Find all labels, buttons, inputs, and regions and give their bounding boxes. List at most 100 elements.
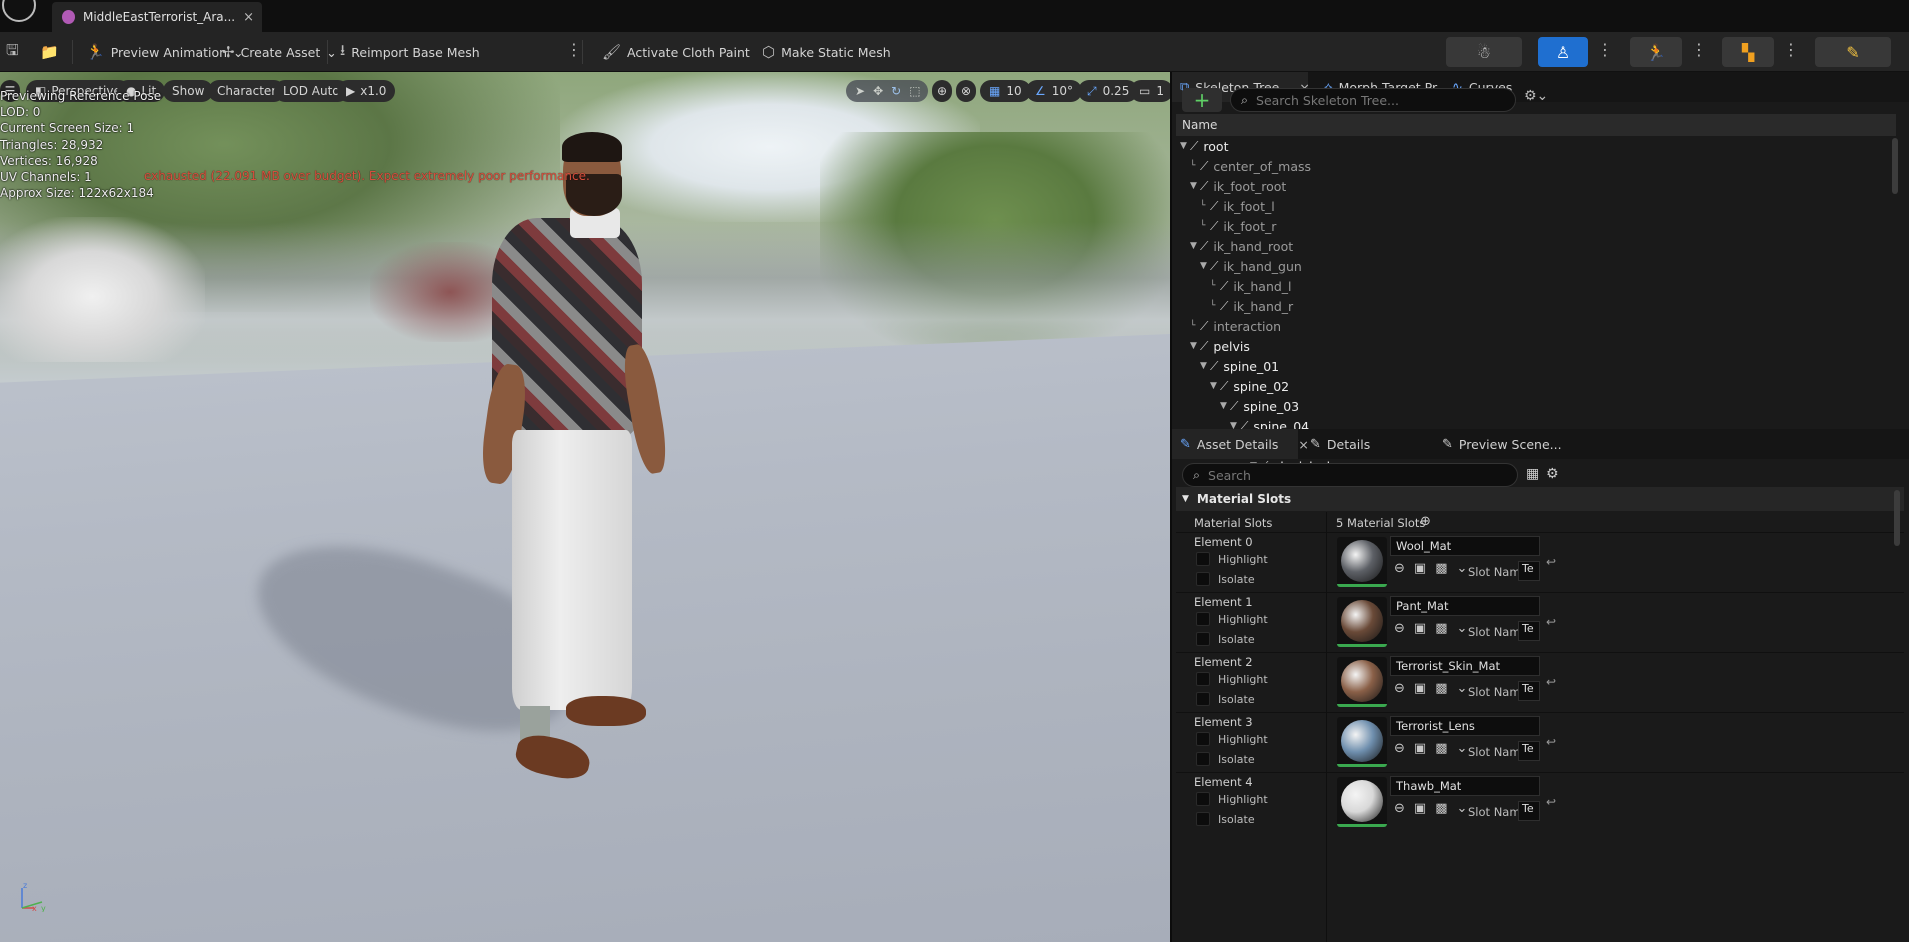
make-static-mesh-button[interactable]: ⬡ Make Static Mesh: [762, 32, 891, 72]
reimport-options-icon[interactable]: ⋮: [566, 40, 582, 59]
bone-row[interactable]: ▼ ⟋ spine_03: [1176, 396, 1896, 416]
tab-preview-scene[interactable]: ✎ Preview Scene...: [1434, 429, 1562, 459]
blueprint-mode-options-icon[interactable]: ⋮: [1783, 40, 1799, 59]
camera-speed-button[interactable]: ▭ 1: [1130, 80, 1170, 102]
bone-row[interactable]: ▼ ⟋ ik_foot_root: [1176, 176, 1896, 196]
scale-tool-icon[interactable]: ⬚: [909, 84, 920, 98]
add-material-slot-icon[interactable]: ⊕: [1420, 514, 1431, 529]
slot-name-field[interactable]: Te: [1518, 681, 1540, 701]
material-name-field[interactable]: Terrorist_Skin_Mat: [1390, 656, 1540, 676]
reset-to-default-icon[interactable]: ↩: [1546, 555, 1556, 569]
close-tab-icon[interactable]: ×: [243, 10, 254, 25]
expand-arrow-icon[interactable]: ▼: [1210, 381, 1220, 391]
tab-asset-details[interactable]: ✎ Asset Details ×: [1172, 429, 1309, 459]
browse-icon[interactable]: ▣: [1414, 741, 1426, 756]
bone-row[interactable]: ▼ ⟋ root: [1176, 136, 1896, 156]
bone-row[interactable]: ▼ ⟋ spine_02: [1176, 376, 1896, 396]
mesh-mode-button[interactable]: ♙: [1538, 37, 1588, 67]
select-tool-icon[interactable]: ➤: [855, 84, 865, 98]
tab-details[interactable]: ✎ Details: [1302, 429, 1370, 459]
browse-icon[interactable]: ▣: [1414, 561, 1426, 576]
use-selected-icon[interactable]: ⊖: [1394, 621, 1405, 636]
browse-icon[interactable]: ▣: [1414, 801, 1426, 816]
material-name-field[interactable]: Terrorist_Lens: [1390, 716, 1540, 736]
reset-to-default-icon[interactable]: ↩: [1546, 615, 1556, 629]
bone-row[interactable]: └ ⟋ interaction: [1176, 316, 1896, 336]
viewport[interactable]: ☰ ◧ Perspective ● Lit Show Character LOD…: [0, 72, 1170, 942]
rotate-tool-icon[interactable]: ↻: [891, 84, 901, 98]
chevron-down-icon[interactable]: ⌄: [1457, 561, 1468, 576]
preview-character-mesh[interactable]: [477, 132, 680, 794]
reset-to-default-icon[interactable]: ↩: [1546, 735, 1556, 749]
checker-icon[interactable]: ▩: [1435, 741, 1447, 756]
checker-icon[interactable]: ▩: [1435, 801, 1447, 816]
animation-mode-options-icon[interactable]: ⋮: [1691, 40, 1707, 59]
column-header-name[interactable]: Name: [1176, 114, 1896, 136]
bone-row[interactable]: └ ⟋ ik_hand_l: [1176, 276, 1896, 296]
browse-icon[interactable]: ▣: [1414, 681, 1426, 696]
play-speed-button[interactable]: ▶ x1.0: [337, 80, 396, 102]
material-name-field[interactable]: Thawb_Mat: [1390, 776, 1540, 796]
isolate-checkbox[interactable]: [1196, 752, 1210, 766]
create-asset-button[interactable]: ✢ Create Asset ⌄: [222, 32, 337, 72]
material-slots-section-header[interactable]: ▼ Material Slots: [1176, 487, 1904, 511]
unreal-logo-icon[interactable]: [2, 0, 36, 22]
expand-arrow-icon[interactable]: ▼: [1220, 401, 1230, 411]
isolate-checkbox[interactable]: [1196, 572, 1210, 586]
isolate-checkbox[interactable]: [1196, 812, 1210, 826]
grid-snap-button[interactable]: ▦ 10: [980, 80, 1031, 102]
expand-arrow-icon[interactable]: ▼: [1180, 141, 1190, 151]
animation-mode-button[interactable]: 🏃: [1630, 37, 1682, 67]
preview-animation-button[interactable]: 🏃 Preview Animation ⌄: [86, 32, 244, 72]
material-thumbnail[interactable]: [1337, 657, 1387, 707]
highlight-checkbox[interactable]: [1196, 732, 1210, 746]
reset-to-default-icon[interactable]: ↩: [1546, 675, 1556, 689]
physics-mode-button[interactable]: ✎: [1815, 37, 1891, 67]
bone-row[interactable]: └ ⟋ center_of_mass: [1176, 156, 1896, 176]
bone-row[interactable]: ▼ ⟋ spine_01: [1176, 356, 1896, 376]
surface-snap-icon[interactable]: ⊗: [956, 80, 976, 102]
use-selected-icon[interactable]: ⊖: [1394, 741, 1405, 756]
use-selected-icon[interactable]: ⊖: [1394, 681, 1405, 696]
expand-arrow-icon[interactable]: ▼: [1190, 181, 1200, 191]
browse-asset-icon[interactable]: 📁: [40, 32, 59, 72]
bone-row[interactable]: ▼ ⟋ pelvis: [1176, 336, 1896, 356]
chevron-down-icon[interactable]: ⌄: [1457, 681, 1468, 696]
bone-row[interactable]: └ ⟋ ik_hand_r: [1176, 296, 1896, 316]
highlight-checkbox[interactable]: [1196, 552, 1210, 566]
material-thumbnail[interactable]: [1337, 777, 1387, 827]
bone-row[interactable]: ▼ ⟋ ik_hand_gun: [1176, 256, 1896, 276]
slot-name-field[interactable]: Te: [1518, 561, 1540, 581]
skeleton-mode-button[interactable]: ☃: [1446, 37, 1522, 67]
expand-arrow-icon[interactable]: ▼: [1200, 261, 1210, 271]
activate-cloth-paint-button[interactable]: 🖌 Activate Cloth Paint: [602, 32, 750, 72]
move-tool-icon[interactable]: ✥: [873, 84, 883, 98]
material-thumbnail[interactable]: [1337, 597, 1387, 647]
world-local-icon[interactable]: ⊕: [932, 80, 952, 102]
rotation-snap-button[interactable]: ∠ 10°: [1026, 80, 1083, 102]
checker-icon[interactable]: ▩: [1435, 621, 1447, 636]
document-tab[interactable]: MiddleEastTerrorist_Ara... ×: [52, 2, 262, 32]
details-scrollbar[interactable]: [1894, 490, 1900, 546]
settings-gear-icon[interactable]: ⚙⌄: [1524, 88, 1548, 104]
expand-arrow-icon[interactable]: ▼: [1190, 341, 1200, 351]
mesh-mode-options-icon[interactable]: ⋮: [1597, 40, 1613, 59]
tree-scrollbar[interactable]: [1892, 138, 1898, 194]
use-selected-icon[interactable]: ⊖: [1394, 561, 1405, 576]
checker-icon[interactable]: ▩: [1435, 561, 1447, 576]
expand-arrow-icon[interactable]: ▼: [1190, 241, 1200, 251]
details-search-input[interactable]: ⌕ Search: [1182, 463, 1518, 487]
browse-icon[interactable]: ▣: [1414, 621, 1426, 636]
bone-row[interactable]: └ ⟋ ik_foot_l: [1176, 196, 1896, 216]
highlight-checkbox[interactable]: [1196, 612, 1210, 626]
highlight-checkbox[interactable]: [1196, 792, 1210, 806]
bone-row[interactable]: └ ⟋ ik_foot_r: [1176, 216, 1896, 236]
chevron-down-icon[interactable]: ⌄: [1457, 741, 1468, 756]
bone-row[interactable]: ▼ ⟋ ik_hand_root: [1176, 236, 1896, 256]
add-bone-button[interactable]: +: [1182, 88, 1222, 112]
material-name-field[interactable]: Pant_Mat: [1390, 596, 1540, 616]
slot-name-field[interactable]: Te: [1518, 801, 1540, 821]
chevron-down-icon[interactable]: ⌄: [1457, 621, 1468, 636]
show-button[interactable]: Show: [163, 80, 214, 102]
expand-arrow-icon[interactable]: ▼: [1200, 361, 1210, 371]
